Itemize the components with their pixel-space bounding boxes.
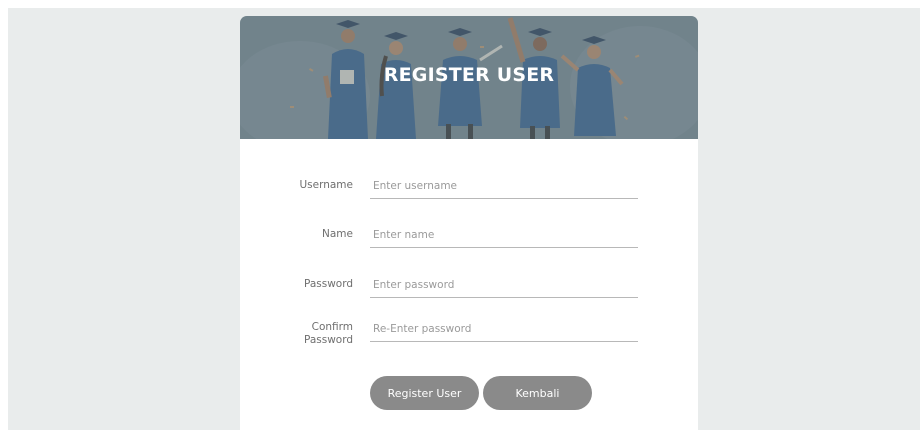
confirm-password-label-line2: Password bbox=[303, 334, 353, 346]
password-label: Password bbox=[303, 278, 353, 290]
confirm-password-label: Confirm Password bbox=[241, 321, 353, 347]
name-input[interactable] bbox=[370, 222, 638, 248]
name-label: Name bbox=[322, 228, 353, 240]
username-label: Username bbox=[299, 179, 353, 191]
confirm-password-input[interactable] bbox=[370, 316, 638, 342]
graduation-banner: REGISTER USER bbox=[240, 16, 698, 139]
password-input[interactable] bbox=[370, 272, 638, 298]
confirm-password-label-line1: Confirm bbox=[311, 321, 353, 333]
page-title: REGISTER USER bbox=[383, 64, 555, 86]
username-input[interactable] bbox=[370, 173, 638, 199]
register-user-button[interactable]: Register User bbox=[370, 376, 479, 410]
back-button[interactable]: Kembali bbox=[483, 376, 592, 410]
